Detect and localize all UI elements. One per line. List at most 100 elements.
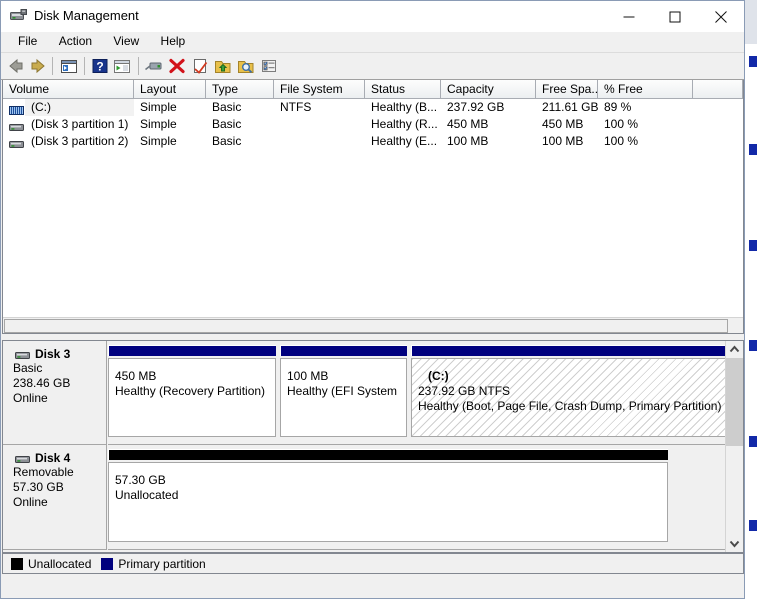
bg-accent xyxy=(749,144,757,155)
cell-status: Healthy (B... xyxy=(371,100,438,114)
partition-disk4-unallocated[interactable]: 57.30 GB Unallocated xyxy=(108,449,668,542)
svg-text:?: ? xyxy=(96,60,103,74)
cell-free_space: 211.61 GB xyxy=(542,100,598,114)
legend-primary-partition: Primary partition xyxy=(101,557,206,571)
show-hide-tree-icon[interactable] xyxy=(59,56,79,76)
menu-bar: File Action View Help xyxy=(1,32,744,52)
maximize-button[interactable] xyxy=(652,1,698,32)
cell-status: Healthy (R... xyxy=(371,117,438,131)
menu-help[interactable]: Help xyxy=(152,32,195,52)
bg-accent xyxy=(749,436,757,447)
column-header-status[interactable]: Status xyxy=(365,80,441,99)
table-row[interactable]: (C:) Simple Basic NTFS Healthy (B... 237.92 G… xyxy=(3,99,743,116)
column-header-type[interactable]: Type xyxy=(206,80,274,99)
column-header-file-system[interactable]: File System xyxy=(274,80,365,99)
scroll-thumb[interactable] xyxy=(726,358,743,446)
background-window[interactable] xyxy=(744,0,757,599)
partition-label: (C:) xyxy=(428,369,449,383)
scroll-down-arrow[interactable] xyxy=(726,535,743,552)
cell-status: Healthy (E... xyxy=(371,134,438,148)
partition-body: 57.30 GB Unallocated xyxy=(108,462,668,542)
column-header-capacity[interactable]: Capacity xyxy=(441,80,536,99)
cell-layout: Simple xyxy=(140,134,177,148)
cell-type: Basic xyxy=(212,100,242,114)
detail-view-icon[interactable] xyxy=(259,56,279,76)
partition-color-bar xyxy=(280,345,407,356)
title-bar: Disk Management xyxy=(1,1,744,32)
forward-icon[interactable] xyxy=(28,56,48,76)
disk-label[interactable]: Disk 4 Removable 57.30 GB Online xyxy=(3,445,107,550)
column-header-volume[interactable]: Volume xyxy=(3,80,134,99)
disk-block-disk-4[interactable]: Disk 4 Removable 57.30 GB Online 57.30 GB Una… xyxy=(3,445,743,550)
table-row[interactable]: (Disk 3 partition 1) Simple Basic Healthy (… xyxy=(3,116,743,133)
table-row[interactable]: (Disk 3 partition 2) Simple Basic Healthy (… xyxy=(3,133,743,150)
help-icon[interactable]: ? xyxy=(90,56,110,76)
cell-free_space: 100 MB xyxy=(542,134,584,148)
delete-icon[interactable] xyxy=(167,56,187,76)
toolbar-separator xyxy=(52,57,53,75)
menu-file[interactable]: File xyxy=(9,32,46,52)
properties-icon[interactable] xyxy=(144,56,164,76)
partition-line2: Healthy (Boot, Page File, Crash Dump, Pr… xyxy=(418,399,722,413)
cell-volume: (C:) xyxy=(31,100,51,114)
cell-volume: (Disk 3 partition 2) xyxy=(31,134,129,148)
scroll-track[interactable] xyxy=(726,446,743,535)
partition-body: 450 MB Healthy (Recovery Partition) xyxy=(108,358,276,437)
bg-accent xyxy=(749,56,757,67)
scan-icon[interactable] xyxy=(236,56,256,76)
partition-line2: Unallocated xyxy=(115,488,179,502)
bg-accent xyxy=(749,340,757,351)
scroll-up-arrow[interactable] xyxy=(726,341,743,358)
legend-label: Unallocated xyxy=(28,557,92,571)
column-header-free[interactable]: % Free xyxy=(598,80,693,99)
column-header-layout[interactable]: Layout xyxy=(134,80,206,99)
cell-percent_free: 100 % xyxy=(604,134,639,148)
cell-percent_free: 100 % xyxy=(604,117,639,131)
show-action-pane-icon[interactable] xyxy=(112,56,132,76)
toolbar-separator xyxy=(138,57,139,75)
cell-capacity: 100 MB xyxy=(447,134,489,148)
legend-swatch xyxy=(101,558,114,570)
cell-capacity: 450 MB xyxy=(447,117,489,131)
disk-partitions-strip: 57.30 GB Unallocated xyxy=(108,445,743,550)
menu-view[interactable]: View xyxy=(104,32,148,52)
cell-layout: Simple xyxy=(140,100,177,114)
cell-percent_free: 89 % xyxy=(604,100,632,114)
graphical-view-scrollbar[interactable] xyxy=(725,341,743,552)
list-hscroll-thumb[interactable] xyxy=(4,319,728,333)
disk-block-disk-3[interactable]: Disk 3 Basic 238.46 GB Online 450 MB Healthy … xyxy=(3,341,743,445)
partition-disk3-recovery-partition[interactable]: 450 MB Healthy (Recovery Partition) xyxy=(108,345,276,437)
cell-free_space: 450 MB xyxy=(542,117,584,131)
column-header-blank[interactable] xyxy=(693,80,743,99)
disk-partitions-strip: 450 MB Healthy (Recovery Partition) 100 MB… xyxy=(108,341,743,445)
status-bar xyxy=(2,574,744,598)
close-button[interactable] xyxy=(698,1,744,32)
disk-list: Disk 3 Basic 238.46 GB Online 450 MB Healthy … xyxy=(3,341,743,550)
cell-type: Basic xyxy=(212,117,242,131)
bg-accent xyxy=(749,240,757,251)
disk-status: Online xyxy=(13,495,48,509)
cell-layout: Simple xyxy=(140,117,177,131)
export-list-icon[interactable] xyxy=(213,56,233,76)
legend-label: Primary partition xyxy=(118,557,206,571)
rescan-disks-icon[interactable] xyxy=(190,56,210,76)
disk-size: 57.30 GB xyxy=(13,480,64,494)
graphical-view-pane[interactable]: Disk 3 Basic 238.46 GB Online 450 MB Healthy … xyxy=(2,340,744,553)
column-header-free-spa[interactable]: Free Spa... xyxy=(536,80,598,99)
disk-label[interactable]: Disk 3 Basic 238.46 GB Online xyxy=(3,341,107,445)
partition-line1: 57.30 GB xyxy=(115,473,166,487)
legend: Unallocated Primary partition xyxy=(2,553,744,574)
volume-list-pane[interactable]: Volume Layout Type File System Status Capacit… xyxy=(2,80,744,334)
disk-management-window: Disk Management File Action View Help ? … xyxy=(0,0,745,599)
list-horizontal-scrollbar[interactable] xyxy=(3,317,743,333)
cell-capacity: 237.92 GB xyxy=(447,100,505,114)
back-icon[interactable] xyxy=(6,56,26,76)
partition-line1: 237.92 GB NTFS xyxy=(418,384,511,398)
cell-file_system xyxy=(280,133,365,150)
partition-disk3-c-partition[interactable]: (C:) 237.92 GB NTFS Healthy (Boot, Page Fi… xyxy=(411,345,738,437)
disk-size: 238.46 GB xyxy=(13,376,71,390)
menu-action[interactable]: Action xyxy=(50,32,101,52)
minimize-button[interactable] xyxy=(606,1,652,32)
partition-disk3-efi-partition[interactable]: 100 MB Healthy (EFI System xyxy=(280,345,407,437)
disk-type: Removable xyxy=(13,465,74,479)
